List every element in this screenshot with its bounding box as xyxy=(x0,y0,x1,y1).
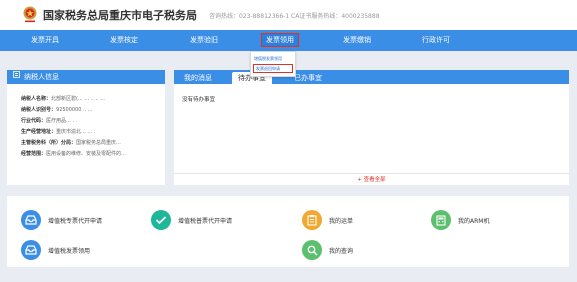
nav-item-admin-permit[interactable]: 行政许可 xyxy=(422,30,450,51)
service-vat-invoice-claim[interactable]: 增值税发票领用 xyxy=(21,240,90,260)
nav-item-invoice-claim[interactable]: 发票领用 xyxy=(261,33,299,47)
info-row-address: 生产经营地址：重庆市渝北... ... . xyxy=(21,129,96,135)
tab-my-messages[interactable]: 我的消息 xyxy=(184,72,212,84)
nav-item-invoice-cancel[interactable]: 发票缴销 xyxy=(343,30,371,51)
taxpayer-info-title: 纳税人信息 xyxy=(24,73,59,81)
service-my-query[interactable]: 我的查询 xyxy=(302,240,353,260)
invoice-claim-dropdown: 增值税发票领用 发票退回申请 xyxy=(250,51,296,77)
service-vat-special-proxy[interactable]: 增值税专票代开申请 xyxy=(21,210,102,230)
inbox-icon xyxy=(21,240,41,260)
dropdown-item-vat-claim[interactable]: 增值税发票领用 xyxy=(251,53,295,64)
messages-tabs: 我的消息 待办事宜 已办事宜 xyxy=(174,70,569,84)
service-my-waybill[interactable]: 我的运单 xyxy=(302,210,353,230)
site-title[interactable]: 国家税务总局重庆市电子税务局 xyxy=(43,7,197,23)
info-row-tax-id: 纳税人识别号：92500000 .. ... xyxy=(21,107,93,113)
info-row-business-scope: 经营范围：医用设备的维修、安装及零配件的... xyxy=(21,151,126,157)
info-row-name: 纳税人名称：北部新区碧(... ... .. .. ... xyxy=(21,96,105,102)
taxpayer-info-header: 纳税人信息 xyxy=(7,70,165,84)
taxpayer-info-panel: 纳税人信息 纳税人名称：北部新区碧(... ... .. .. ... 纳税人识… xyxy=(7,70,165,185)
taxpayer-info-list: 纳税人名称：北部新区碧(... ... .. .. ... 纳税人识别号：925… xyxy=(7,84,165,160)
id-card-icon xyxy=(13,70,20,84)
main-nav: 发票开具 发票核定 发票验旧 发票领用 发票缴销 行政许可 xyxy=(0,30,577,51)
calculator-icon xyxy=(431,210,451,230)
tab-done[interactable]: 已办事宜 xyxy=(294,72,322,84)
tax-emblem-icon xyxy=(22,6,38,24)
service-vat-normal-proxy[interactable]: 增值税普票代开申请 xyxy=(151,210,232,230)
check-icon xyxy=(151,210,171,230)
inbox-icon xyxy=(21,210,41,230)
info-row-industry: 行业代码：医疗用品... . . xyxy=(21,118,78,124)
nav-item-invoice-approval[interactable]: 发票核定 xyxy=(110,30,138,51)
nav-item-invoice-check[interactable]: 发票验旧 xyxy=(190,30,218,51)
dropdown-item-invoice-return[interactable]: 发票退回申请 xyxy=(253,64,293,73)
nav-item-invoice-issue[interactable]: 发票开具 xyxy=(31,30,59,51)
service-my-arm[interactable]: 我的ARM机 xyxy=(431,210,489,230)
messages-panel: 我的消息 待办事宜 已办事宜 没有待办事宜 + 查看全部 xyxy=(174,70,569,185)
search-icon xyxy=(302,240,322,260)
site-header: 国家税务总局重庆市电子税务局 咨询热线：023-88812366-1 CA证书服… xyxy=(0,0,577,30)
view-all-link[interactable]: + 查看全部 xyxy=(174,173,569,185)
clipboard-icon xyxy=(302,210,322,230)
hotline-text: 咨询热线：023-88812366-1 CA证书服务热线：4000235888 xyxy=(209,12,380,20)
info-row-tax-bureau: 主管税务科（所）分局：国家税务总局重庆... xyxy=(21,140,121,146)
services-panel: 增值税专票代开申请 增值税普票代开申请 我的运单 我的ARM机 增值税发票领用 … xyxy=(7,196,569,267)
empty-todo-text: 没有待办事宜 xyxy=(182,97,216,103)
